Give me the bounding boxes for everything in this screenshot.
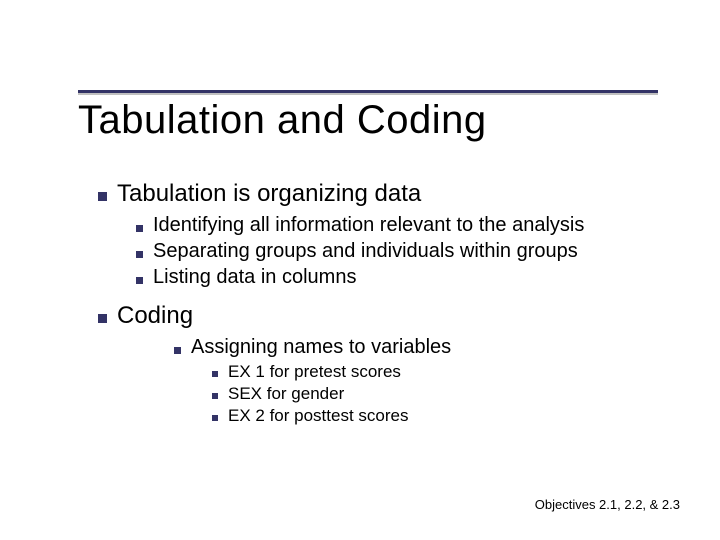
square-bullet-icon [136,251,143,258]
slide: Tabulation and Coding Tabulation is orga… [0,0,720,540]
bullet-level1: Coding [98,302,658,330]
square-bullet-icon [212,415,218,421]
square-bullet-icon [98,192,107,201]
bullet-text: Tabulation is organizing data [117,180,421,208]
bullet-level2: Identifying all information relevant to … [136,214,658,237]
bullet-text: EX 2 for posttest scores [228,406,408,426]
bullet-level3: Assigning names to variables [174,336,658,359]
bullet-level2: Separating groups and individuals within… [136,240,658,263]
bullet-text: Assigning names to variables [191,336,451,359]
bullet-text: EX 1 for pretest scores [228,362,401,382]
slide-title: Tabulation and Coding [78,98,487,143]
square-bullet-icon [136,277,143,284]
bullet-level4: EX 1 for pretest scores [212,362,658,382]
bullet-level1: Tabulation is organizing data [98,180,658,208]
bullet-text: Listing data in columns [153,266,356,289]
square-bullet-icon [212,371,218,377]
square-bullet-icon [136,225,143,232]
bullet-level4: SEX for gender [212,384,658,404]
bullet-level4: EX 2 for posttest scores [212,406,658,426]
square-bullet-icon [174,347,181,354]
bullet-text: Identifying all information relevant to … [153,214,584,237]
square-bullet-icon [212,393,218,399]
slide-body: Tabulation is organizing data Identifyin… [98,180,658,428]
bullet-text: SEX for gender [228,384,344,404]
footer-text: Objectives 2.1, 2.2, & 2.3 [535,497,680,512]
bullet-text: Coding [117,302,193,330]
square-bullet-icon [98,314,107,323]
bullet-text: Separating groups and individuals within… [153,240,578,263]
title-rule [78,90,658,93]
bullet-level2: Listing data in columns [136,266,658,289]
